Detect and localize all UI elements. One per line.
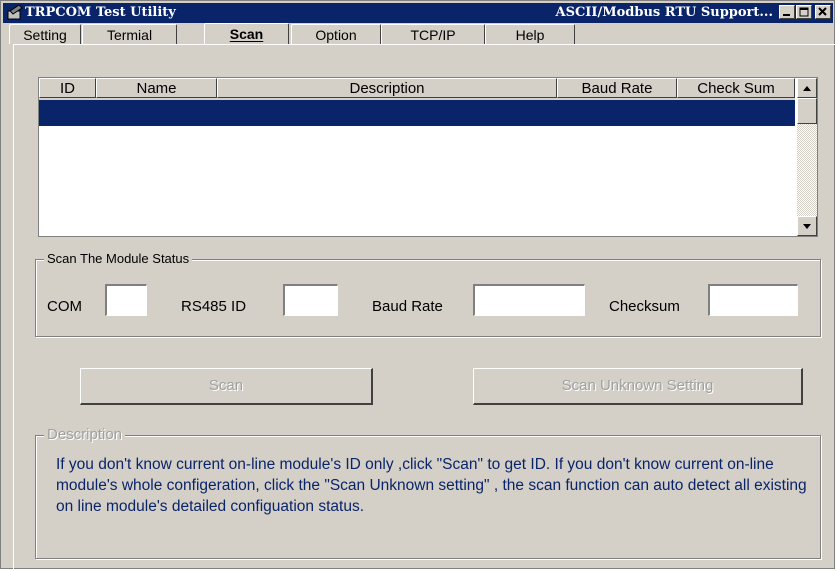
- tab-scan[interactable]: Scan: [204, 23, 289, 45]
- scan-button[interactable]: Scan: [80, 368, 373, 405]
- scroll-down-button[interactable]: [797, 216, 817, 236]
- description-text: If you don't know current on-line module…: [56, 456, 807, 515]
- tab-setting[interactable]: Setting: [9, 24, 81, 44]
- module-list[interactable]: ID Name Description Baud Rate Check Sum: [38, 77, 818, 237]
- close-button[interactable]: [815, 5, 831, 19]
- tab-tcpip[interactable]: TCP/IP: [381, 24, 485, 44]
- app-window: TRPCOM Test Utility ASCII/Modbus RTU Sup…: [0, 0, 835, 569]
- baud-rate-field[interactable]: [473, 284, 585, 316]
- com-field[interactable]: [105, 284, 147, 316]
- checksum-field[interactable]: [708, 284, 798, 316]
- baud-rate-label: Baud Rate: [372, 298, 443, 315]
- column-description[interactable]: Description: [217, 78, 557, 98]
- scan-status-legend: Scan The Module Status: [44, 251, 193, 266]
- window-title: TRPCOM Test Utility: [25, 5, 176, 20]
- description-legend: Description: [44, 426, 126, 443]
- com-label: COM: [47, 298, 82, 315]
- list-scrollbar[interactable]: [797, 78, 817, 236]
- maximize-button[interactable]: [796, 5, 812, 19]
- list-row-selected[interactable]: [39, 100, 795, 126]
- tab-help[interactable]: Help: [485, 24, 575, 44]
- tab-strip: Setting Termial Scan Option TCP/IP Help: [9, 23, 829, 45]
- window-subtitle: ASCII/Modbus RTU Support...: [555, 5, 773, 20]
- minimize-icon: [783, 14, 790, 16]
- rs485-id-field[interactable]: [283, 284, 338, 316]
- list-header: ID Name Description Baud Rate Check Sum: [39, 78, 795, 100]
- column-id[interactable]: ID: [39, 78, 96, 98]
- scroll-up-button[interactable]: [797, 78, 817, 98]
- title-bar[interactable]: TRPCOM Test Utility ASCII/Modbus RTU Sup…: [3, 3, 833, 23]
- description-group: Description If you don't know current on…: [35, 426, 821, 559]
- app-icon: [7, 4, 23, 21]
- column-check-sum[interactable]: Check Sum: [677, 78, 795, 98]
- tab-termial[interactable]: Termial: [82, 24, 177, 44]
- column-name[interactable]: Name: [96, 78, 217, 98]
- tab-option[interactable]: Option: [291, 24, 381, 44]
- scroll-down-icon: [803, 224, 811, 229]
- scroll-thumb[interactable]: [797, 98, 817, 124]
- close-icon: [818, 7, 827, 16]
- minimize-button[interactable]: [779, 5, 795, 19]
- checksum-label: Checksum: [609, 298, 680, 315]
- maximize-icon: [799, 7, 809, 17]
- scroll-up-icon: [803, 86, 811, 91]
- column-baud-rate[interactable]: Baud Rate: [557, 78, 677, 98]
- rs485-id-label: RS485 ID: [181, 298, 247, 315]
- scan-unknown-setting-button[interactable]: Scan Unknown Setting: [473, 368, 803, 405]
